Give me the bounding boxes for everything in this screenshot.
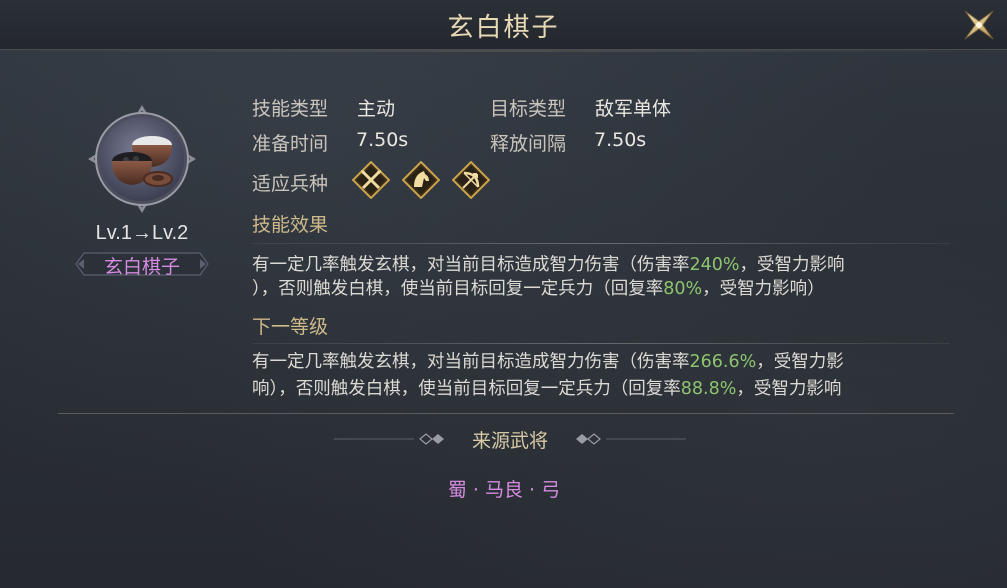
effect-text: 有一定几率触发玄棋，对当前目标造成智力伤害（伤害率	[252, 255, 690, 275]
skill-name: 玄白棋子	[103, 256, 180, 278]
skill-detail-panel: 玄白棋子 Lv.1→Lv.2 玄白棋子 技能类型 主动 目标类型 敌军单体 准备…	[0, 0, 1007, 588]
skill-type-label: 技能类型	[252, 98, 329, 120]
effect-text: ，受智力影响	[739, 255, 845, 275]
skill-name-plate: 玄白棋子	[74, 251, 210, 278]
next-heal-rate-value: 88.8%	[680, 379, 737, 399]
target-type-value: 敌军单体	[595, 98, 672, 120]
panel-title: 玄白棋子	[447, 13, 560, 43]
next-text: ，受智力影响	[736, 379, 842, 399]
next-level-line-1: 有一定几率触发玄棋，对当前目标造成智力伤害（伤害率266.6%，受智力影	[252, 349, 942, 376]
infantry-icon[interactable]	[351, 160, 391, 200]
heal-rate-value: 80%	[663, 279, 703, 299]
ornament-right-icon	[576, 433, 686, 445]
archer-icon[interactable]	[451, 160, 491, 200]
next-level-line-2: 响），否则触发白棋，使当前目标回复一定兵力（回复率88.8%，受智力影响	[252, 376, 942, 403]
target-type-label: 目标类型	[490, 98, 567, 120]
effect-divider	[252, 243, 950, 244]
effect-text: ），否则触发白棋，使当前目标回复一定兵力（回复率	[252, 279, 664, 299]
close-button[interactable]	[959, 5, 999, 45]
source-general-link[interactable]: 蜀 · 马良 · 弓	[400, 475, 608, 502]
cast-interval-value: 7.50s	[594, 129, 647, 151]
prep-time-label: 准备时间	[252, 133, 329, 155]
content-divider	[58, 413, 954, 414]
title-bar: 玄白棋子	[0, 0, 1007, 52]
troop-types-label: 适应兵种	[252, 173, 329, 195]
skill-icon	[86, 103, 198, 215]
next-level-line-3: ）	[252, 403, 942, 405]
close-icon	[964, 10, 994, 40]
next-text: 响），否则触发白棋，使当前目标回复一定兵力（回复率	[252, 379, 681, 399]
next-level-description[interactable]: 有一定几率触发玄棋，对当前目标造成智力伤害（伤害率266.6%，受智力影 响），…	[252, 349, 952, 405]
next-text: 有一定几率触发玄棋，对当前目标造成智力伤害（伤害率	[252, 352, 690, 372]
go-stone-bowls-icon	[88, 105, 196, 213]
prep-time-value: 7.50s	[356, 129, 409, 151]
cavalry-icon[interactable]	[401, 160, 441, 200]
level-text: Lv.1→Lv.2	[95, 222, 189, 244]
effect-text: ，受智力影响）	[702, 279, 825, 299]
source-title: 来源武将	[471, 430, 548, 452]
next-text: ，受智力影	[756, 352, 844, 372]
effect-header: 技能效果	[252, 214, 329, 236]
effect-line-1: 有一定几率触发玄棋，对当前目标造成智力伤害（伤害率240%，受智力影响	[252, 252, 942, 279]
next-level-header: 下一等级	[252, 316, 329, 338]
cast-interval-label: 释放间隔	[490, 133, 567, 155]
next-damage-rate-value: 266.6%	[689, 352, 757, 372]
source-header: 来源武将	[334, 426, 686, 452]
skill-type-value: 主动	[357, 98, 396, 120]
next-level-divider	[252, 343, 950, 344]
damage-rate-value: 240%	[689, 255, 740, 275]
effect-line-2: ），否则触发白棋，使当前目标回复一定兵力（回复率80%，受智力影响）	[252, 276, 942, 303]
